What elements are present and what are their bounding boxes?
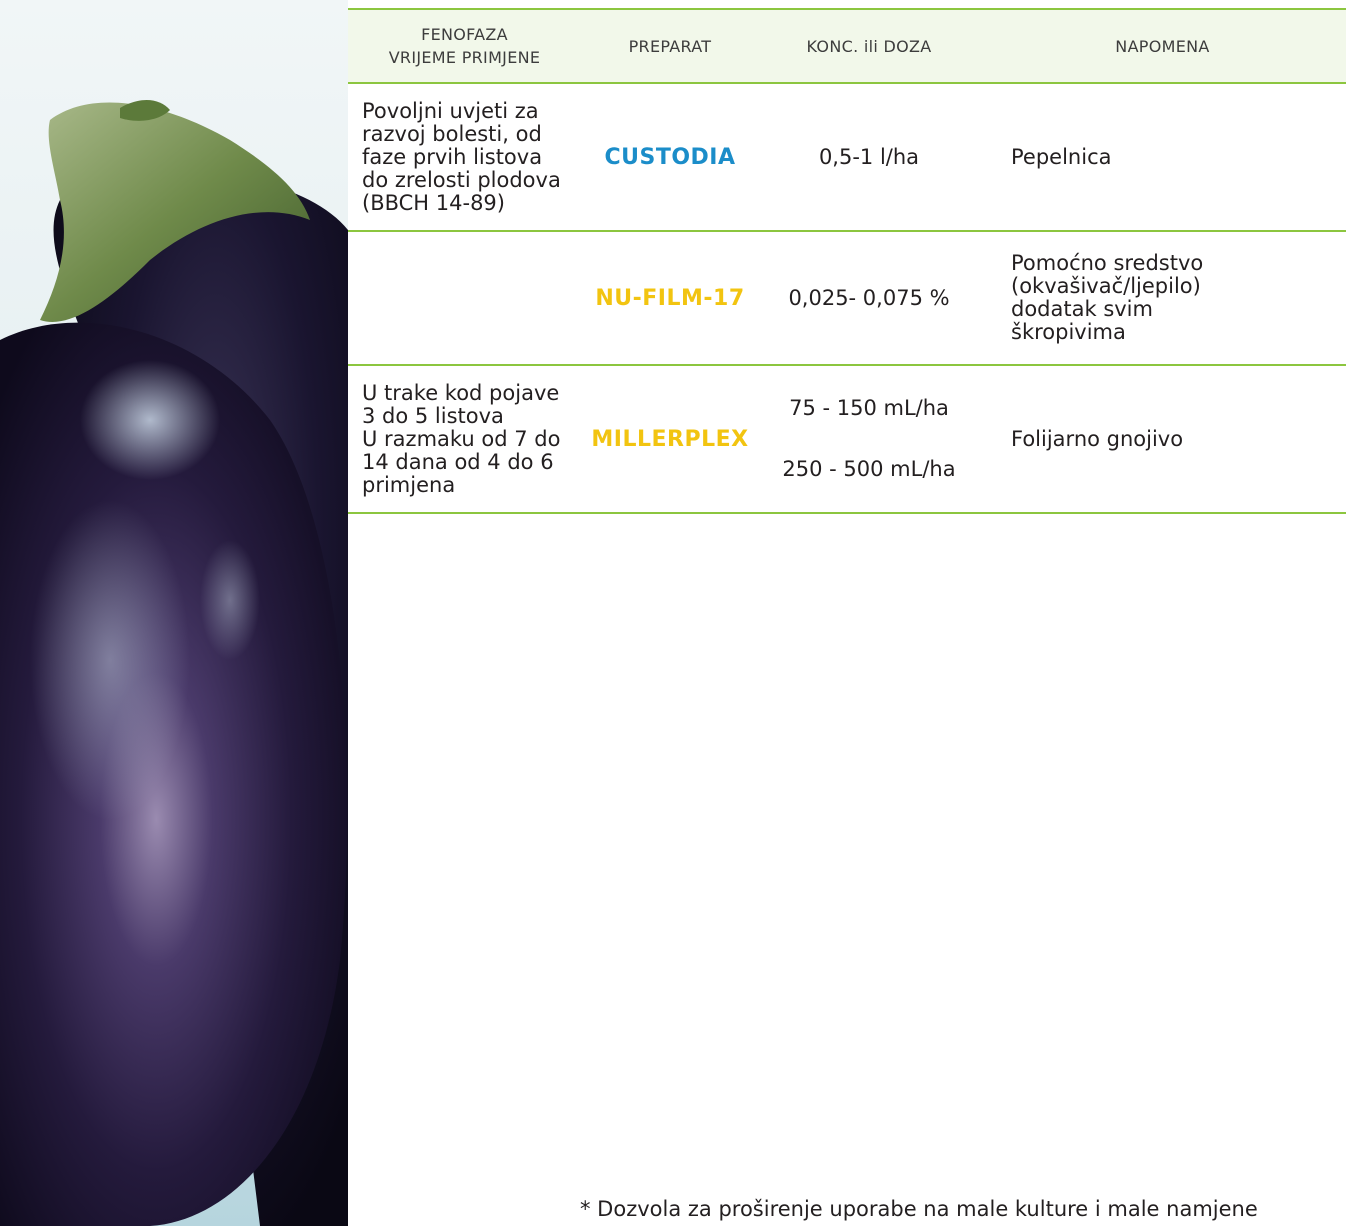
phase-line: 14 dana od 4 do 6 [362, 449, 554, 474]
dose-line: 250 - 500 mL/ha [782, 457, 956, 481]
header-note: NAPOMENA [1115, 36, 1210, 56]
note-line: (okvašivač/ljepilo) [1011, 274, 1201, 298]
product-custodia: CUSTODIA [604, 144, 736, 170]
phase-cell: Povoljni uvjeti za razvoj bolesti, od fa… [348, 83, 581, 231]
table-row: NU-FILM-17 0,025- 0,075 % Pomoćno sredst… [348, 231, 1346, 365]
dose-cell: 75 - 150 mL/ha 250 - 500 mL/ha [759, 365, 979, 513]
product-millerplex: MILLERPLEX [591, 426, 749, 452]
header-phase-line1: FENOFAZA [421, 25, 508, 44]
note-cell: Pepelnica [1011, 144, 1112, 169]
header-dose: KONC. ili DOZA [806, 36, 932, 56]
note-line: dodatak svim [1011, 297, 1153, 321]
header-preparation: PREPARAT [628, 36, 712, 56]
phase-line: 3 do 5 listova [362, 403, 504, 428]
phase-line: U razmaku od 7 do [362, 426, 561, 451]
phase-line: faze prvih listova [362, 144, 543, 169]
header-phase-line2: VRIJEME PRIMJENE [388, 48, 541, 67]
table-header-row: FENOFAZA VRIJEME PRIMJENE PREPARAT KONC.… [348, 9, 1346, 83]
phase-cell: U trake kod pojave 3 do 5 listova U razm… [348, 365, 581, 513]
note-line: škropivima [1011, 320, 1126, 344]
table-row: U trake kod pojave 3 do 5 listova U razm… [348, 365, 1346, 513]
note-cell: Folijarno gnojivo [1011, 426, 1184, 451]
note-cell: Pomoćno sredstvo (okvašivač/ljepilo) dod… [979, 231, 1346, 365]
phase-line: primjena [362, 472, 456, 497]
phase-cell [348, 231, 581, 365]
header-phase: FENOFAZA VRIJEME PRIMJENE [348, 9, 581, 83]
table-row: Povoljni uvjeti za razvoj bolesti, od fa… [348, 83, 1346, 231]
eggplant-photo [0, 0, 348, 1226]
product-nu-film-17: NU-FILM-17 [595, 285, 745, 311]
dose-cell: 0,025- 0,075 % [788, 285, 950, 310]
note-line: Pomoćno sredstvo [1011, 251, 1204, 275]
phase-line: Povoljni uvjeti za [362, 98, 539, 123]
footnote: * Dozvola za proširenje uporabe na male … [580, 1197, 1258, 1221]
phase-line: U trake kod pojave [362, 380, 560, 405]
spray-program-table-wrap: FENOFAZA VRIJEME PRIMJENE PREPARAT KONC.… [348, 8, 1346, 514]
dose-line: 75 - 150 mL/ha [789, 396, 949, 420]
spray-program-table: FENOFAZA VRIJEME PRIMJENE PREPARAT KONC.… [348, 8, 1346, 514]
phase-line: (BBCH 14-89) [362, 190, 505, 215]
phase-line: razvoj bolesti, od [362, 121, 542, 146]
phase-line: do zrelosti plodova [362, 167, 561, 192]
dose-cell: 0,5-1 l/ha [818, 144, 920, 169]
